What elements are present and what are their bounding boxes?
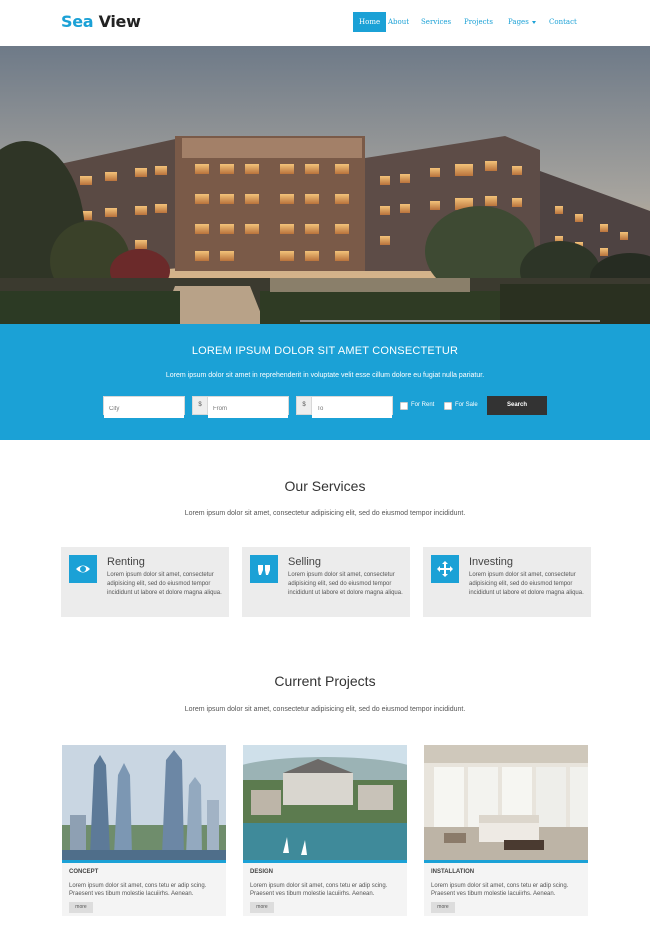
project-text: Lorem ipsum dolor sit amet, cons tetu er… xyxy=(250,883,388,897)
project-accent-line xyxy=(243,860,407,863)
more-button[interactable]: more xyxy=(431,902,455,913)
projects-subtitle: Lorem ipsum dolor sit amet, consectetur … xyxy=(184,706,466,713)
brand-logo-part2: View xyxy=(98,12,141,31)
service-card-investing: Investing Lorem ipsum dolor sit amet, co… xyxy=(423,547,591,617)
project-label: CONCEPT xyxy=(69,869,99,875)
service-text: Lorem ipsum dolor sit amet, consectetur … xyxy=(288,572,403,596)
to-field xyxy=(311,396,393,418)
price-from-input[interactable] xyxy=(208,400,288,418)
service-card-renting: Renting Lorem ipsum dolor sit amet, cons… xyxy=(61,547,229,617)
search-button[interactable]: Search xyxy=(487,396,547,415)
project-text: Lorem ipsum dolor sit amet, cons tetu er… xyxy=(431,883,569,897)
for-rent-checkbox[interactable] xyxy=(400,402,408,410)
hero-illustration xyxy=(0,46,650,324)
project-card-concept: CONCEPT Lorem ipsum dolor sit amet, cons… xyxy=(62,745,226,916)
more-button[interactable]: more xyxy=(250,902,274,913)
project-label: DESIGN xyxy=(250,869,274,875)
move-arrows-icon xyxy=(431,555,459,583)
to-currency-addon: $ xyxy=(296,396,312,415)
service-text: Lorem ipsum dolor sit amet, consectetur … xyxy=(107,572,222,596)
for-sale-label: For Sale xyxy=(455,402,478,408)
brand-logo-part1: Sea xyxy=(61,12,94,31)
hero-image xyxy=(0,46,650,324)
search-title: LOREM IPSUM DOLOR SIT AMET CONSECTETUR xyxy=(191,345,459,357)
brand-logo[interactable]: Sea View xyxy=(61,12,141,31)
project-card-design: DESIGN Lorem ipsum dolor sit amet, cons … xyxy=(243,745,407,916)
project-card-installation: INSTALLATION Lorem ipsum dolor sit amet,… xyxy=(424,745,588,916)
more-button[interactable]: more xyxy=(69,902,93,913)
service-title: Investing xyxy=(469,556,514,568)
projects-title: Current Projects xyxy=(274,673,376,689)
project-image-installation[interactable] xyxy=(424,745,588,860)
from-currency-addon: $ xyxy=(192,396,208,415)
eye-icon xyxy=(69,555,97,583)
nav-item-pages-label: Pages xyxy=(508,18,529,26)
project-text: Lorem ipsum dolor sit amet, cons tetu er… xyxy=(69,883,207,897)
service-card-selling: Selling Lorem ipsum dolor sit amet, cons… xyxy=(242,547,410,617)
nav-item-contact[interactable]: Contact xyxy=(543,12,583,32)
project-label: INSTALLATION xyxy=(431,869,475,875)
for-sale-checkbox[interactable] xyxy=(444,402,452,410)
nav-item-services[interactable]: Services xyxy=(415,12,457,32)
project-accent-line xyxy=(424,860,588,863)
city-field xyxy=(103,396,185,418)
caret-down-icon xyxy=(531,20,536,24)
service-title: Renting xyxy=(107,556,145,568)
quote-icon xyxy=(250,555,278,583)
from-field xyxy=(207,396,289,418)
project-image-design[interactable] xyxy=(243,745,407,860)
service-title: Selling xyxy=(288,556,322,568)
services-title: Our Services xyxy=(284,478,366,494)
price-to-input[interactable] xyxy=(312,400,392,418)
nav-item-projects[interactable]: Projects xyxy=(458,12,499,32)
search-band: LOREM IPSUM DOLOR SIT AMET CONSECTETUR L… xyxy=(0,324,650,440)
city-input[interactable] xyxy=(104,400,184,418)
services-subtitle: Lorem ipsum dolor sit amet, consectetur … xyxy=(184,510,466,517)
navbar: Sea View Home About Services Projects Pa… xyxy=(0,0,650,46)
service-text: Lorem ipsum dolor sit amet, consectetur … xyxy=(469,572,584,596)
project-accent-line xyxy=(62,860,226,863)
nav-item-pages[interactable]: Pages xyxy=(502,12,542,32)
for-rent-label: For Rent xyxy=(411,402,435,408)
search-subtitle: Lorem ipsum dolor sit amet in reprehende… xyxy=(165,372,485,379)
nav-item-about[interactable]: About xyxy=(382,12,415,32)
project-image-concept[interactable] xyxy=(62,745,226,860)
